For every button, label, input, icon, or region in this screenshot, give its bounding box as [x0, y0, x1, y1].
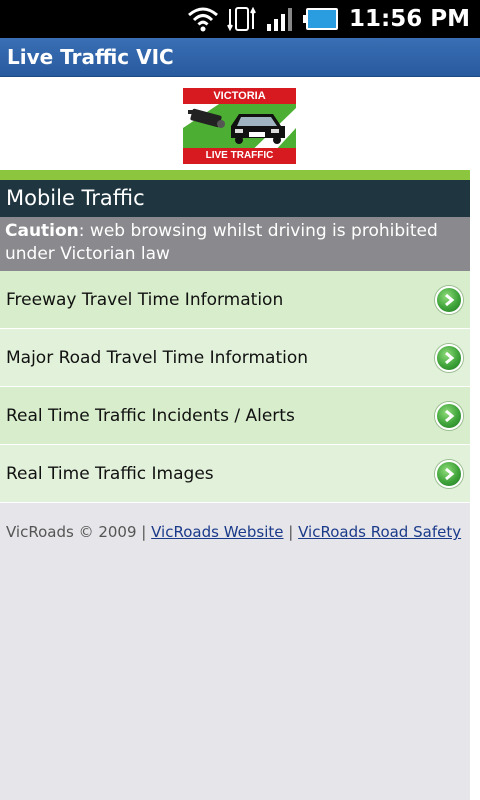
app-title-bar: Live Traffic VIC	[0, 38, 480, 77]
chevron-right-icon	[435, 343, 463, 372]
wifi-icon	[187, 6, 219, 32]
scroll-edge	[470, 77, 480, 800]
chevron-right-icon	[435, 401, 463, 430]
menu-item-label: Major Road Travel Time Information	[6, 347, 309, 368]
status-bar: 11:56 PM	[0, 0, 480, 38]
clock: 11:56 PM	[349, 6, 470, 32]
data-sync-icon	[227, 5, 257, 33]
logo-bottom-text: LIVE TRAFFIC	[205, 150, 274, 161]
web-page[interactable]: VICTORIA LIVE TRAFFIC Mobile Traffic Cau…	[0, 77, 470, 800]
menu-item-label: Real Time Traffic Incidents / Alerts	[6, 405, 295, 426]
chevron-right-icon	[435, 285, 463, 314]
green-divider	[0, 170, 470, 180]
footer: VicRoads © 2009 | VicRoads Website | Vic…	[0, 503, 470, 562]
chevron-right-icon	[435, 459, 463, 488]
caution-label: Caution	[5, 221, 79, 241]
menu-item-traffic-incidents[interactable]: Real Time Traffic Incidents / Alerts	[0, 387, 470, 445]
menu-item-label: Freeway Travel Time Information	[6, 289, 284, 310]
vicroads-website-link[interactable]: VicRoads Website	[151, 523, 283, 541]
menu-item-traffic-images[interactable]: Real Time Traffic Images	[0, 445, 470, 503]
copyright-text: VicRoads © 2009 |	[6, 523, 147, 541]
app-title: Live Traffic VIC	[7, 45, 174, 69]
section-title: Mobile Traffic	[0, 180, 470, 217]
live-traffic-logo: VICTORIA LIVE TRAFFIC	[183, 88, 296, 164]
caution-banner: Caution: web browsing whilst driving is …	[0, 217, 470, 271]
signal-icon	[265, 6, 295, 32]
logo-top-text: VICTORIA	[213, 90, 266, 102]
battery-icon	[303, 7, 339, 31]
menu-item-label: Real Time Traffic Images	[6, 463, 214, 484]
logo-header: VICTORIA LIVE TRAFFIC	[0, 77, 470, 170]
footer-separator: |	[288, 523, 294, 541]
menu-item-major-road-travel-time[interactable]: Major Road Travel Time Information	[0, 329, 470, 387]
vicroads-road-safety-link[interactable]: VicRoads Road Safety	[298, 523, 461, 541]
menu-item-freeway-travel-time[interactable]: Freeway Travel Time Information	[0, 271, 470, 329]
